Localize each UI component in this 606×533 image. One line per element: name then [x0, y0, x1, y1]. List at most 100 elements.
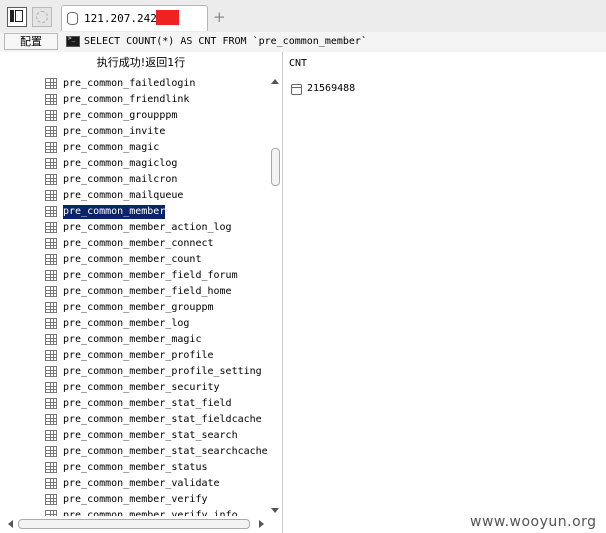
- table-row[interactable]: pre_common_member_field_home: [0, 284, 268, 300]
- table-name: pre_common_magic: [63, 142, 160, 153]
- table-name: pre_common_member_grouppm: [63, 302, 214, 313]
- terminal-icon: [66, 35, 80, 47]
- table-row[interactable]: pre_common_magic: [0, 140, 268, 156]
- table-row[interactable]: pre_common_member_action_log: [0, 220, 268, 236]
- table-icon: [45, 270, 57, 281]
- table-icon: [45, 238, 57, 249]
- table-icon: [45, 350, 57, 361]
- config-button[interactable]: 配置: [4, 33, 58, 50]
- table-icon: [45, 302, 57, 313]
- table-icon: [45, 190, 57, 201]
- sidebar-panel-icon[interactable]: [7, 7, 27, 27]
- database-icon: [67, 12, 78, 25]
- table-name: pre_common_member_field_forum: [63, 270, 238, 281]
- table-row[interactable]: pre_common_member: [0, 204, 268, 220]
- table-name: pre_common_member_verify: [63, 494, 208, 505]
- table-name: pre_common_member_field_home: [63, 286, 232, 297]
- table-name: pre_common_member_log: [63, 318, 190, 329]
- table-icon: [45, 334, 57, 345]
- table-icon: [45, 318, 57, 329]
- query-bar: 配置: [0, 32, 606, 53]
- table-name: pre_common_member_stat_search: [63, 430, 238, 441]
- table-row[interactable]: pre_common_member_count: [0, 252, 268, 268]
- table-row[interactable]: pre_common_member_magic: [0, 332, 268, 348]
- table-name: pre_common_invite: [63, 126, 166, 137]
- table-name: pre_common_member_stat_fieldcache: [63, 414, 262, 425]
- table-icon: [45, 206, 57, 217]
- table-icon: [45, 174, 57, 185]
- column-header[interactable]: CNT: [289, 58, 307, 69]
- table-row[interactable]: pre_common_member_status: [0, 460, 268, 476]
- table-name: pre_common_member_stat_field: [63, 398, 232, 409]
- redaction-box: [156, 10, 179, 25]
- table-icon: [45, 478, 57, 489]
- table-name: pre_common_member_verify_info: [63, 510, 238, 516]
- vertical-scrollbar[interactable]: [268, 76, 282, 516]
- table-row[interactable]: pre_common_member_profile_setting: [0, 364, 268, 380]
- table-icon: [45, 366, 57, 377]
- tab-title: 121.207.242.: [84, 12, 164, 25]
- scroll-thumb[interactable]: [271, 148, 280, 186]
- table-icon: [45, 446, 57, 457]
- table-name: pre_common_magiclog: [63, 158, 178, 169]
- table-row[interactable]: pre_common_member_stat_search: [0, 428, 268, 444]
- scroll-down-icon[interactable]: [271, 508, 279, 513]
- table-list-panel: 执行成功!返回1行 pre_common_failedlogin pre_comm…: [0, 52, 283, 533]
- table-icon: [45, 494, 57, 505]
- hscroll-thumb[interactable]: [18, 519, 250, 529]
- table-row[interactable]: pre_common_member_verify: [0, 492, 268, 508]
- table-row[interactable]: pre_common_mailqueue: [0, 188, 268, 204]
- table-row[interactable]: pre_common_member_stat_searchcache: [0, 444, 268, 460]
- table-icon: [45, 94, 57, 105]
- table-row[interactable]: pre_common_member_verify_info: [0, 508, 268, 516]
- table-row[interactable]: pre_common_groupppm: [0, 108, 268, 124]
- table-row[interactable]: pre_common_member_grouppm: [0, 300, 268, 316]
- new-tab-button[interactable]: +: [213, 8, 226, 26]
- table-icon: [45, 110, 57, 121]
- table-row[interactable]: pre_common_magiclog: [0, 156, 268, 172]
- table-name: pre_common_member_status: [63, 462, 208, 473]
- table-icon: [45, 382, 57, 393]
- table-name: pre_common_member_count: [63, 254, 202, 265]
- table-name: pre_common_member_validate: [63, 478, 220, 489]
- table-icon: [45, 430, 57, 441]
- table-row[interactable]: pre_common_member_security: [0, 380, 268, 396]
- table-icon: [45, 414, 57, 425]
- table-row[interactable]: pre_common_mailcron: [0, 172, 268, 188]
- table-icon: [45, 398, 57, 409]
- table-row[interactable]: pre_common_member_profile: [0, 348, 268, 364]
- table-name: pre_common_friendlink: [63, 94, 190, 105]
- scroll-up-icon[interactable]: [271, 79, 279, 84]
- table-row[interactable]: pre_common_failedlogin: [0, 76, 268, 92]
- table-icon: [45, 462, 57, 473]
- scroll-left-icon[interactable]: [8, 520, 13, 528]
- table-icon: [45, 286, 57, 297]
- gear-icon[interactable]: [32, 7, 52, 27]
- table-list: pre_common_failedlogin pre_common_friendl…: [0, 76, 268, 516]
- table-name: pre_common_member_magic: [63, 334, 202, 345]
- scroll-right-icon[interactable]: [259, 520, 264, 528]
- table-row[interactable]: pre_common_friendlink: [0, 92, 268, 108]
- table-row[interactable]: pre_common_member_stat_fieldcache: [0, 412, 268, 428]
- table-row[interactable]: pre_common_member_validate: [0, 476, 268, 492]
- table-name: pre_common_member: [61, 204, 167, 220]
- table-row[interactable]: pre_common_member_connect: [0, 236, 268, 252]
- table-row[interactable]: pre_common_invite: [0, 124, 268, 140]
- table-icon: [45, 142, 57, 153]
- table-name: pre_common_mailqueue: [63, 190, 184, 201]
- status-message: 执行成功!返回1行: [96, 56, 186, 69]
- table-name: pre_common_member_security: [63, 382, 220, 393]
- table-name: pre_common_failedlogin: [63, 78, 196, 89]
- sql-input[interactable]: [84, 34, 600, 49]
- table-row[interactable]: pre_common_member_field_forum: [0, 268, 268, 284]
- table-icon: [45, 254, 57, 265]
- table-row[interactable]: pre_common_member_log: [0, 316, 268, 332]
- tab-connection[interactable]: 121.207.242.: [61, 5, 208, 31]
- watermark: www.wooyun.org: [470, 514, 597, 530]
- table-name: pre_common_mailcron: [63, 174, 178, 185]
- table-icon: [45, 126, 57, 137]
- result-cell[interactable]: 21569488: [307, 83, 355, 94]
- table-name: pre_common_member_connect: [63, 238, 214, 249]
- horizontal-scrollbar[interactable]: [0, 516, 268, 533]
- table-row[interactable]: pre_common_member_stat_field: [0, 396, 268, 412]
